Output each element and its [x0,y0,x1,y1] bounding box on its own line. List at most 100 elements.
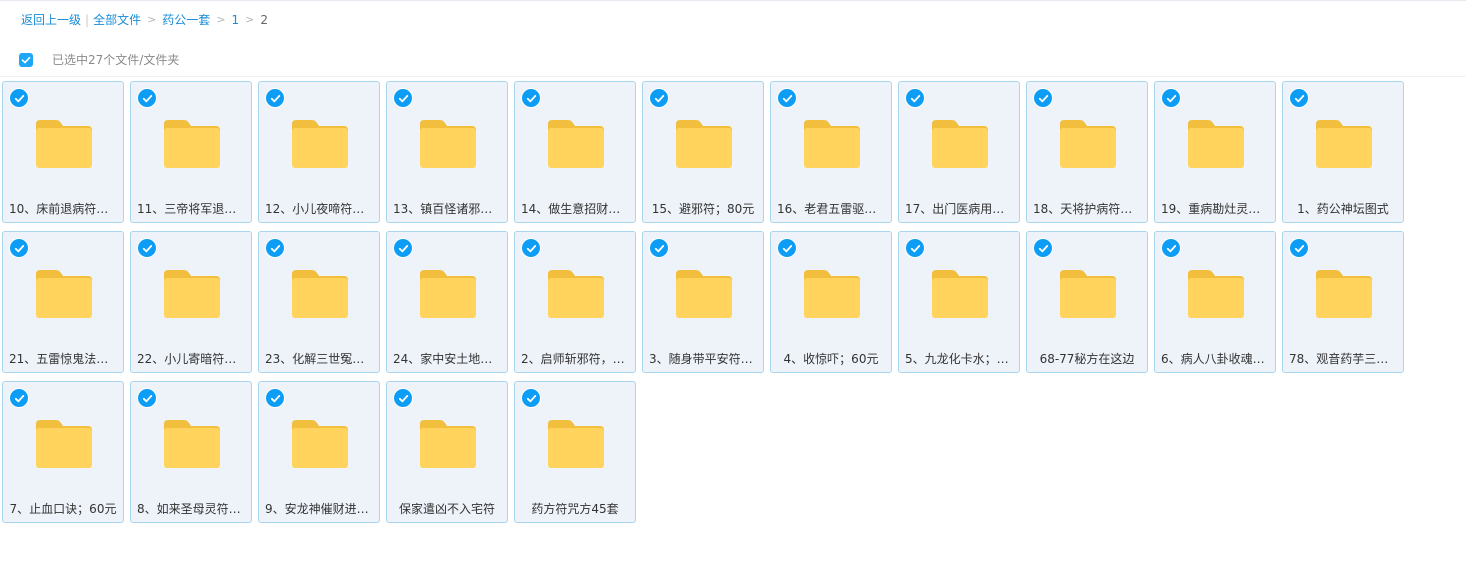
check-icon [398,394,408,402]
file-tile[interactable]: 14、做生意招财符；60元 [514,81,636,223]
file-name: 17、出门医病用存身符；60元 [905,202,1013,216]
selected-checkbox[interactable] [393,88,413,108]
breadcrumb: 返回上一级 | 全部文件 > 药公一套 > 1 > 2 [21,12,268,28]
folder-icon [1316,270,1372,318]
file-name: 19、重病勘灶灵符；60元 [1161,202,1269,216]
selected-checkbox[interactable] [137,238,157,258]
check-icon [1038,244,1048,252]
selected-checkbox[interactable] [1033,238,1053,258]
selected-checkbox[interactable] [393,238,413,258]
folder-icon [548,120,604,168]
check-icon [1166,244,1176,252]
file-tile[interactable]: 16、老君五雷驱邪符；60元 [770,81,892,223]
folder-icon [932,270,988,318]
file-tile[interactable]: 12、小儿夜啼符；60元 [258,81,380,223]
check-icon [270,244,280,252]
selected-checkbox[interactable] [265,88,285,108]
file-tile[interactable]: 保家遣凶不入宅符 [386,381,508,523]
file-tile[interactable]: 15、避邪符；80元 [642,81,764,223]
selected-checkbox[interactable] [137,388,157,408]
selected-checkbox[interactable] [1161,88,1181,108]
check-icon [910,244,920,252]
selected-checkbox[interactable] [521,238,541,258]
check-icon [14,244,24,252]
file-tile[interactable]: 24、家中安土地龙神符；60元 [386,231,508,373]
file-name: 18、天将护病符（60元） [1033,202,1141,216]
file-tile[interactable]: 21、五雷惊鬼法；60元 [2,231,124,373]
selected-checkbox[interactable] [9,388,29,408]
file-tile[interactable]: 6、病人八卦收魂符；60元 [1154,231,1276,373]
selected-checkbox[interactable] [9,88,29,108]
file-tile[interactable]: 17、出门医病用存身符；60元 [898,81,1020,223]
check-icon [910,94,920,102]
file-tile[interactable]: 3、随身带平安符80元 [642,231,764,373]
selected-checkbox[interactable] [777,88,797,108]
file-tile[interactable]: 78、观音药芋三百六十方 [1282,231,1404,373]
file-tile[interactable]: 药方符咒方45套 [514,381,636,523]
check-icon [21,56,31,64]
check-icon [270,394,280,402]
folder-icon [164,120,220,168]
file-tile[interactable]: 10、床前退病符；60元 [2,81,124,223]
check-icon [1166,94,1176,102]
breadcrumb-item-level2[interactable]: 1 [232,12,240,28]
selected-checkbox[interactable] [9,238,29,258]
file-tile[interactable]: 7、止血口诀；60元 [2,381,124,523]
selected-checkbox[interactable] [905,88,925,108]
breadcrumb-item-level1[interactable]: 药公一套 [162,12,210,28]
check-icon [526,394,536,402]
folder-icon [420,120,476,168]
file-name: 12、小儿夜啼符；60元 [265,202,373,216]
check-icon [14,394,24,402]
file-tile[interactable]: 4、收惊吓；60元 [770,231,892,373]
selected-checkbox[interactable] [905,238,925,258]
file-name: 9、安龙神催财进宝符；60元 [265,502,373,516]
file-tile[interactable]: 11、三帝将军退病符；60元 [130,81,252,223]
check-icon [398,94,408,102]
file-tile[interactable]: 19、重病勘灶灵符；60元 [1154,81,1276,223]
selected-checkbox[interactable] [649,238,669,258]
breadcrumb-divider: | [85,13,90,27]
top-divider [0,0,1466,1]
folder-icon [804,120,860,168]
file-tile[interactable]: 1、药公神坛图式 [1282,81,1404,223]
back-link[interactable]: 返回上一级 [21,12,81,28]
check-icon [270,94,280,102]
file-name: 14、做生意招财符；60元 [521,202,629,216]
file-tile[interactable]: 13、镇百怪诸邪镇宅符；60元 [386,81,508,223]
selected-checkbox[interactable] [521,88,541,108]
selected-checkbox[interactable] [521,388,541,408]
selected-checkbox[interactable] [393,388,413,408]
file-name: 68-77秘方在这边 [1039,352,1135,366]
file-tile[interactable]: 68-77秘方在这边 [1026,231,1148,373]
file-tile[interactable]: 23、化解三世冤亲债主符；60元 [258,231,380,373]
folder-icon [420,420,476,468]
check-icon [1294,244,1304,252]
selected-checkbox[interactable] [265,388,285,408]
all-files-link[interactable]: 全部文件 [93,12,141,28]
file-tile[interactable]: 9、安龙神催财进宝符；60元 [258,381,380,523]
file-name: 10、床前退病符；60元 [9,202,117,216]
selected-checkbox[interactable] [1289,238,1309,258]
selected-checkbox[interactable] [265,238,285,258]
folder-icon [1060,120,1116,168]
breadcrumb-arrow: > [245,13,255,26]
selected-checkbox[interactable] [649,88,669,108]
file-tile[interactable]: 2、启师斩邪符，60元 [514,231,636,373]
file-tile[interactable]: 8、如来圣母灵符；60元 [130,381,252,523]
select-all-checkbox[interactable] [19,53,33,67]
selected-checkbox[interactable] [137,88,157,108]
file-tile[interactable]: 22、小儿寄暗符（60元） [130,231,252,373]
file-tile[interactable]: 5、九龙化卡水；60元 [898,231,1020,373]
selected-checkbox[interactable] [1033,88,1053,108]
file-name: 保家遣凶不入宅符 [398,502,495,516]
selection-bar: 已选中27个文件/文件夹 [0,48,1466,77]
file-tile[interactable]: 18、天将护病符（60元） [1026,81,1148,223]
check-icon [398,244,408,252]
selected-checkbox[interactable] [1161,238,1181,258]
file-name: 23、化解三世冤亲债主符；60元 [265,352,373,366]
selected-checkbox[interactable] [777,238,797,258]
file-name: 1、药公神坛图式 [1297,202,1389,216]
selected-checkbox[interactable] [1289,88,1309,108]
file-name: 78、观音药芋三百六十方 [1289,352,1397,366]
